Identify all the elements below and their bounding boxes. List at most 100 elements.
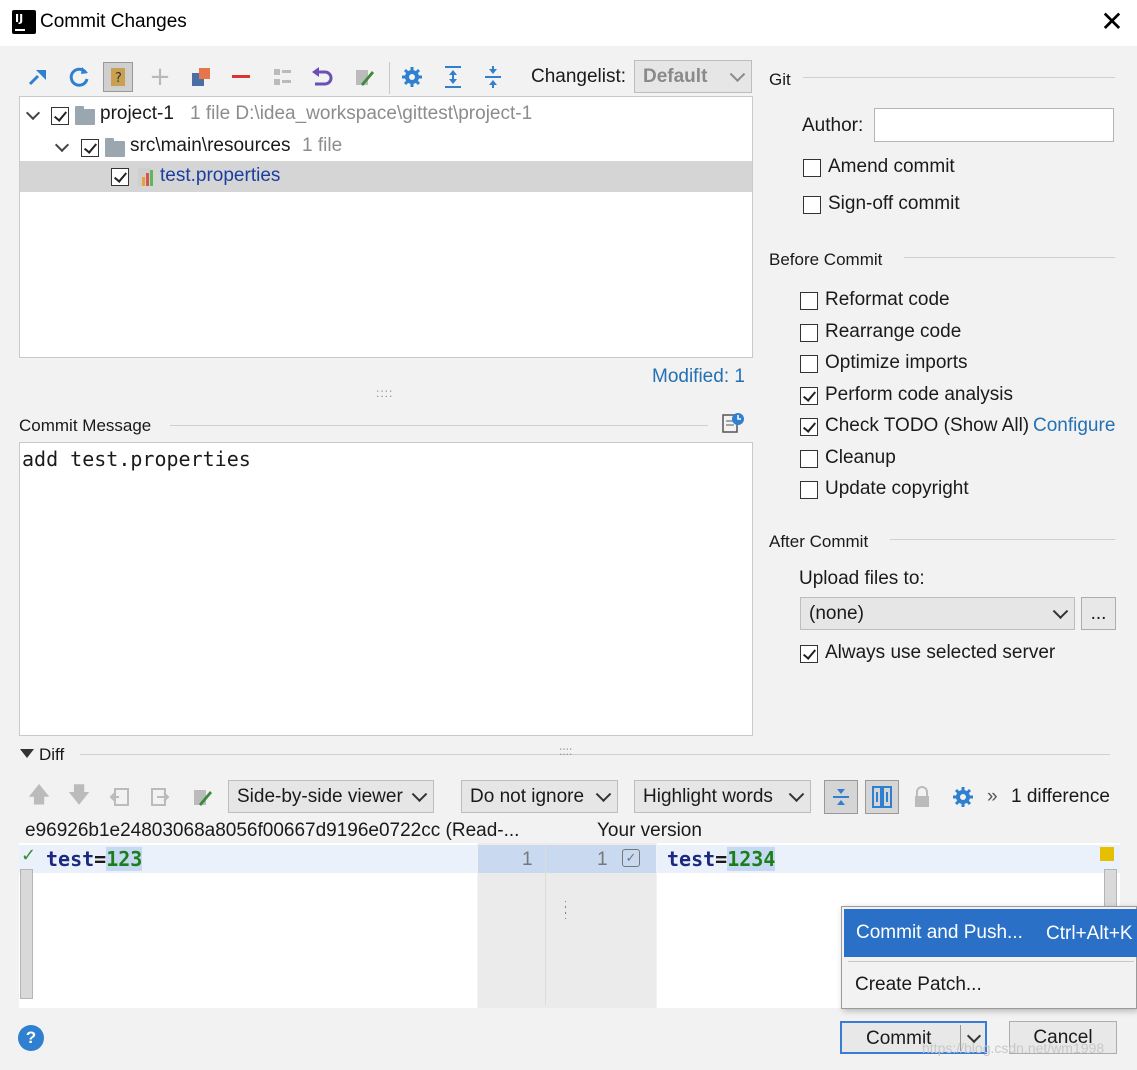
before-commit-title: Before Commit — [769, 250, 883, 269]
perform-code-analysis-checkbox[interactable] — [800, 387, 818, 405]
check-todo-checkbox[interactable] — [800, 418, 818, 436]
viewer-mode-value: Side-by-side viewer — [237, 785, 403, 807]
left-diff-editor[interactable]: ✓ test=123 — [19, 843, 477, 1008]
reformat-code-checkbox[interactable] — [800, 292, 818, 310]
diff-gutter: 1 1 ✓ ::: — [478, 843, 656, 1008]
sync-scroll-icon[interactable] — [865, 780, 899, 814]
changelist-value: Default — [643, 65, 708, 87]
right-value: 1234 — [727, 847, 776, 871]
left-value: 123 — [106, 847, 143, 871]
changes-tree[interactable]: project-1 1 file D:\idea_workspace\gitte… — [19, 96, 753, 358]
left-eq: = — [94, 847, 107, 871]
create-patch-item[interactable]: Create Patch... — [855, 974, 982, 996]
left-scrollbar[interactable] — [20, 869, 33, 999]
highlight-mode-value: Highlight words — [643, 785, 773, 807]
changelist-select: Default — [634, 60, 752, 93]
chevron-down-icon[interactable] — [25, 105, 41, 121]
file-name: test.properties — [160, 165, 281, 186]
file-checkbox[interactable] — [111, 168, 129, 186]
window-title: Commit Changes — [40, 11, 187, 32]
difference-count: 1 difference — [1011, 786, 1110, 807]
after-commit-title: After Commit — [769, 532, 869, 551]
cleanup-label[interactable]: Cleanup — [825, 447, 896, 469]
change-marker-icon — [1100, 847, 1114, 861]
optimize-imports-checkbox[interactable] — [800, 355, 818, 373]
rollback-icon[interactable] — [307, 62, 337, 92]
help-button[interactable]: ? — [18, 1025, 44, 1051]
diff-settings-icon[interactable] — [948, 782, 978, 812]
expand-all-icon[interactable] — [438, 62, 468, 92]
rearrange-code-label[interactable]: Rearrange code — [825, 321, 961, 343]
check-todo-label[interactable]: Check TODO (Show All) — [825, 415, 1029, 437]
commit-message-text: add test.properties — [22, 447, 251, 471]
amend-commit-label[interactable]: Amend commit — [828, 156, 955, 178]
diff-splitter-grip[interactable]: :::: — [559, 744, 572, 758]
collapse-unchanged-icon[interactable] — [824, 780, 858, 814]
diff-collapse-icon[interactable] — [20, 749, 34, 758]
chevron-down-icon[interactable] — [54, 137, 70, 153]
tree-row-project[interactable]: project-1 1 file D:\idea_workspace\gitte… — [20, 99, 752, 130]
edit-source-icon[interactable] — [349, 62, 379, 92]
close-icon[interactable]: ✕ — [1098, 8, 1126, 36]
browse-servers-button[interactable]: ... — [1081, 597, 1116, 630]
right-diff-line: test=1234 — [667, 847, 776, 871]
configure-link[interactable]: Configure — [1033, 415, 1115, 437]
perform-code-analysis-label[interactable]: Perform code analysis — [825, 384, 1013, 406]
previous-difference-icon: 🡅 — [27, 783, 51, 808]
upload-server-value: (none) — [809, 602, 864, 624]
commit-and-push-item[interactable]: Commit and Push... Ctrl+Alt+K — [844, 909, 1137, 957]
left-diff-line: test=123 — [46, 847, 143, 871]
remove-icon[interactable] — [226, 62, 256, 92]
splitter-grip[interactable]: :::: — [376, 386, 393, 400]
modified-count-link[interactable]: Modified: 1 — [652, 366, 745, 388]
update-copyright-label[interactable]: Update copyright — [825, 478, 969, 500]
add-icon: + — [149, 62, 171, 92]
project-checkbox[interactable] — [51, 107, 69, 125]
next-file-icon — [145, 782, 175, 812]
always-use-server-label[interactable]: Always use selected server — [825, 642, 1055, 664]
update-copyright-checkbox[interactable] — [800, 481, 818, 499]
rearrange-code-checkbox[interactable] — [800, 324, 818, 342]
watermark-text: https://blog.csdn.net/wm1998 — [922, 1040, 1105, 1056]
highlight-mode-select[interactable]: Highlight words — [634, 780, 811, 813]
commit-and-push-shortcut: Ctrl+Alt+K — [1046, 923, 1133, 944]
more-actions-icon[interactable]: » — [987, 786, 998, 808]
move-to-changelist-icon[interactable] — [24, 62, 54, 92]
tree-row-file[interactable]: test.properties — [20, 161, 752, 192]
optimize-imports-label[interactable]: Optimize imports — [825, 352, 968, 374]
intellij-app-icon: IJ — [9, 7, 39, 37]
chevron-down-icon — [411, 785, 428, 802]
edit-source-icon[interactable] — [187, 782, 217, 812]
left-line-number: 1 — [522, 849, 533, 870]
settings-icon[interactable] — [397, 62, 427, 92]
reformat-code-label[interactable]: Reformat code — [825, 289, 950, 311]
gutter-grip[interactable]: ::: — [564, 899, 567, 922]
apply-change-icon[interactable]: ✓ — [622, 849, 640, 867]
cleanup-checkbox[interactable] — [800, 450, 818, 468]
commit-message-input[interactable]: add test.properties — [19, 442, 753, 736]
commit-history-icon[interactable] — [721, 411, 745, 435]
right-line-number: 1 — [597, 849, 608, 870]
always-use-server-checkbox[interactable] — [800, 645, 818, 663]
project-meta: 1 file D:\idea_workspace\gittest\project… — [190, 103, 533, 124]
amend-commit-checkbox[interactable] — [803, 159, 821, 177]
folder-checkbox[interactable] — [81, 139, 99, 157]
check-icon: ✓ — [21, 845, 37, 865]
chevron-down-icon — [788, 785, 805, 802]
left-key: test — [46, 847, 95, 871]
show-unversioned-icon[interactable]: ? — [103, 62, 133, 92]
tree-row-folder[interactable]: src\main\resources 1 file — [20, 131, 752, 162]
new-changelist-icon[interactable] — [186, 62, 216, 92]
collapse-all-icon[interactable] — [478, 62, 508, 92]
signoff-commit-checkbox[interactable] — [803, 196, 821, 214]
ignore-whitespace-select[interactable]: Do not ignore — [461, 780, 618, 813]
author-input[interactable] — [874, 108, 1114, 142]
refresh-icon[interactable] — [64, 62, 94, 92]
folder-name: src\main\resources — [130, 135, 291, 156]
signoff-commit-label[interactable]: Sign-off commit — [828, 193, 960, 215]
chevron-down-icon — [595, 785, 612, 802]
chevron-down-icon — [1052, 602, 1069, 619]
viewer-mode-select[interactable]: Side-by-side viewer — [228, 780, 434, 813]
previous-file-icon — [105, 782, 135, 812]
upload-server-select[interactable]: (none) — [800, 597, 1075, 630]
